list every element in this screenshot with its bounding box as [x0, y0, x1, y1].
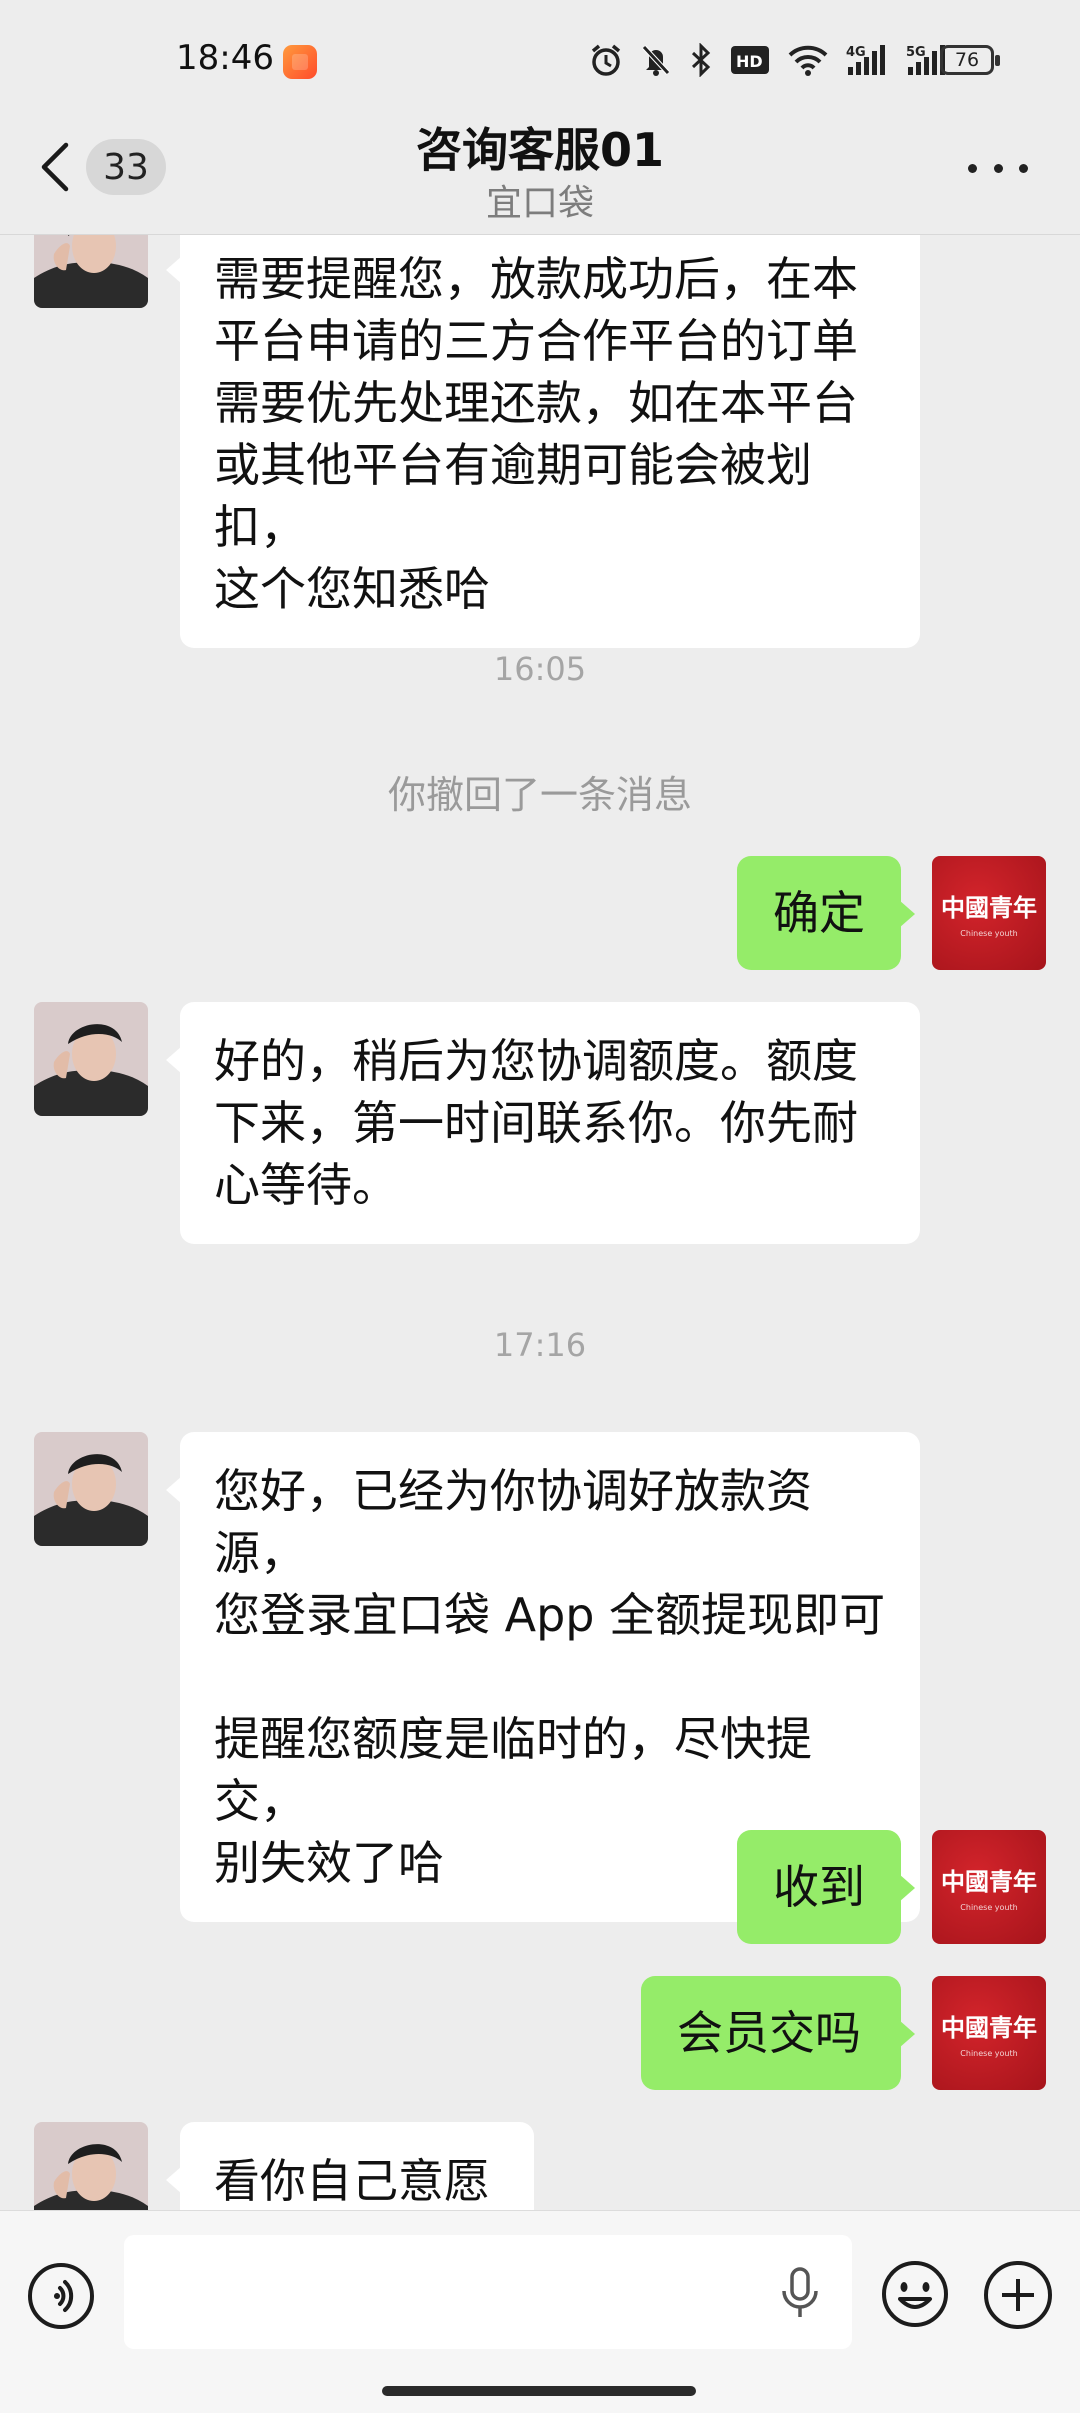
app-notification-icon — [283, 45, 317, 79]
message-timestamp: 16:05 — [493, 650, 587, 688]
contact-avatar[interactable] — [34, 1432, 148, 1546]
outgoing-message[interactable]: 确定 — [737, 856, 915, 970]
status-icons: HD 4G 5G — [590, 40, 948, 80]
svg-text:4G: 4G — [846, 45, 866, 60]
mute-icon — [642, 45, 670, 76]
signal-4g-icon: 4G — [846, 45, 885, 75]
voice-mode-button[interactable] — [28, 2263, 94, 2329]
status-bar: 18:46 HD 4G 5G 76 — [0, 0, 1080, 120]
microphone-icon[interactable] — [778, 2267, 822, 2319]
status-time: 18:46 — [176, 38, 274, 78]
self-avatar[interactable]: 中國青年 Chinese youth — [932, 856, 1046, 970]
chat-header: 33 咨询客服01 宜口袋 — [0, 108, 1080, 235]
more-functions-button[interactable] — [984, 2261, 1052, 2329]
outgoing-message[interactable]: 收到 — [737, 1830, 915, 1944]
chat-subtitle: 宜口袋 — [485, 183, 594, 224]
emoji-button[interactable] — [880, 2259, 950, 2329]
hd-icon: HD — [731, 46, 769, 74]
contact-avatar[interactable] — [34, 1002, 148, 1116]
contact-avatar[interactable] — [34, 234, 148, 308]
home-indicator[interactable] — [382, 2386, 696, 2396]
incoming-message[interactable]: 看你自己意愿 — [166, 2122, 534, 2210]
input-bar — [0, 2210, 1080, 2413]
battery-icon: 76 — [940, 45, 1000, 75]
message-timestamp: 17:16 — [493, 1326, 587, 1364]
bluetooth-icon — [691, 43, 711, 77]
voice-icon — [54, 2280, 74, 2312]
alarm-icon — [591, 44, 621, 76]
incoming-message[interactable]: 好的，稍后为您协调额度。额度 下来，第一时间联系你。你先耐 心等待。 — [166, 1002, 920, 1244]
self-avatar[interactable]: 中國青年 Chinese youth — [932, 1976, 1046, 2090]
recalled-message-note: 你撤回了一条消息 — [387, 773, 692, 817]
chat-title: 咨询客服01 — [415, 123, 664, 177]
svg-text:HD: HD — [736, 52, 763, 71]
self-avatar[interactable]: 中國青年 Chinese youth — [932, 1830, 1046, 1944]
contact-avatar[interactable] — [34, 2122, 148, 2210]
more-options-button[interactable] — [968, 158, 1028, 178]
incoming-message[interactable]: 需要提醒您，放款成功后，在本 平台申请的三方合作平台的订单 需要优先处理还款，如… — [166, 234, 920, 648]
outgoing-message[interactable]: 会员交吗 — [641, 1976, 915, 2090]
svg-text:5G: 5G — [906, 45, 926, 60]
message-list[interactable]: 需要提醒您，放款成功后，在本 平台申请的三方合作平台的订单 需要优先处理还款，如… — [0, 234, 1080, 2210]
battery-level: 76 — [954, 49, 980, 71]
wifi-icon — [788, 45, 828, 76]
message-input[interactable] — [124, 2235, 852, 2349]
